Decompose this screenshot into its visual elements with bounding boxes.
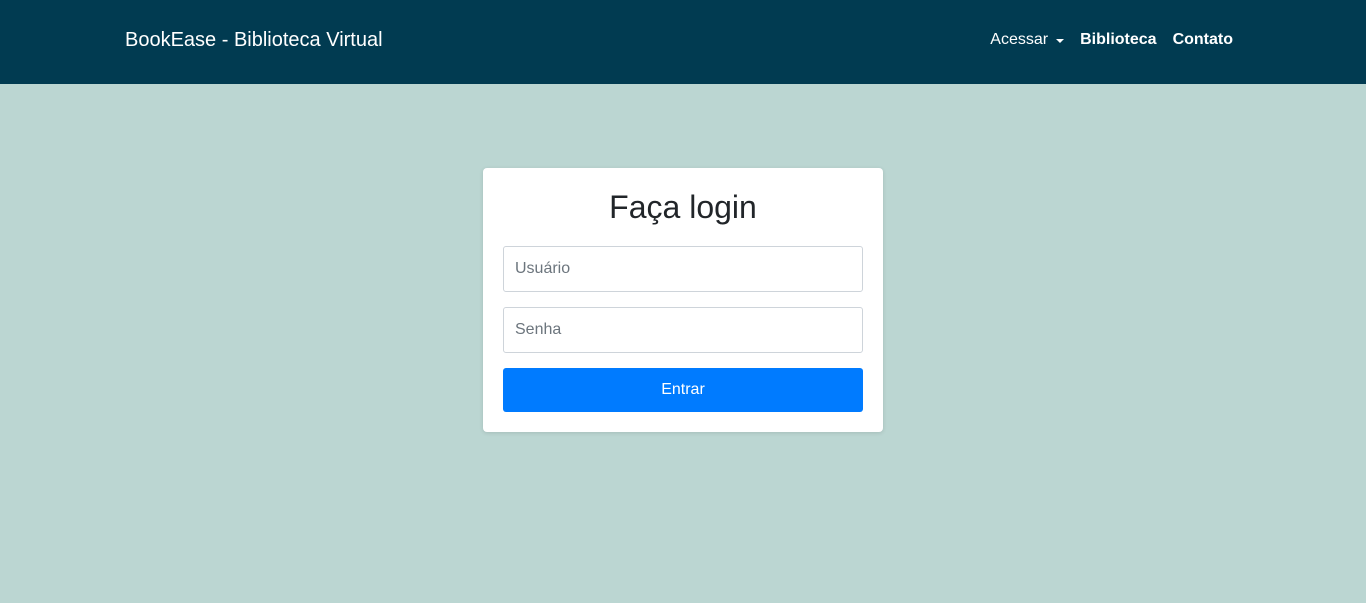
- nav-item-acessar[interactable]: Acessar: [990, 30, 1065, 50]
- brand-link[interactable]: BookEase - Biblioteca Virtual: [125, 28, 383, 52]
- login-submit-button[interactable]: Entrar: [503, 368, 863, 412]
- top-navbar: BookEase - Biblioteca Virtual Acessar Bi…: [0, 0, 1366, 84]
- nav-item-biblioteca[interactable]: Biblioteca: [1080, 30, 1156, 50]
- nav-item-acessar-label: Acessar: [990, 31, 1049, 48]
- username-input[interactable]: [503, 246, 863, 292]
- login-title: Faça login: [609, 189, 757, 225]
- password-input[interactable]: [503, 307, 863, 353]
- caret-down-icon: [1056, 38, 1065, 43]
- login-card: Faça login Entrar: [483, 168, 883, 432]
- nav-links: Acessar Biblioteca Contato: [990, 30, 1233, 50]
- nav-item-contato[interactable]: Contato: [1173, 30, 1233, 50]
